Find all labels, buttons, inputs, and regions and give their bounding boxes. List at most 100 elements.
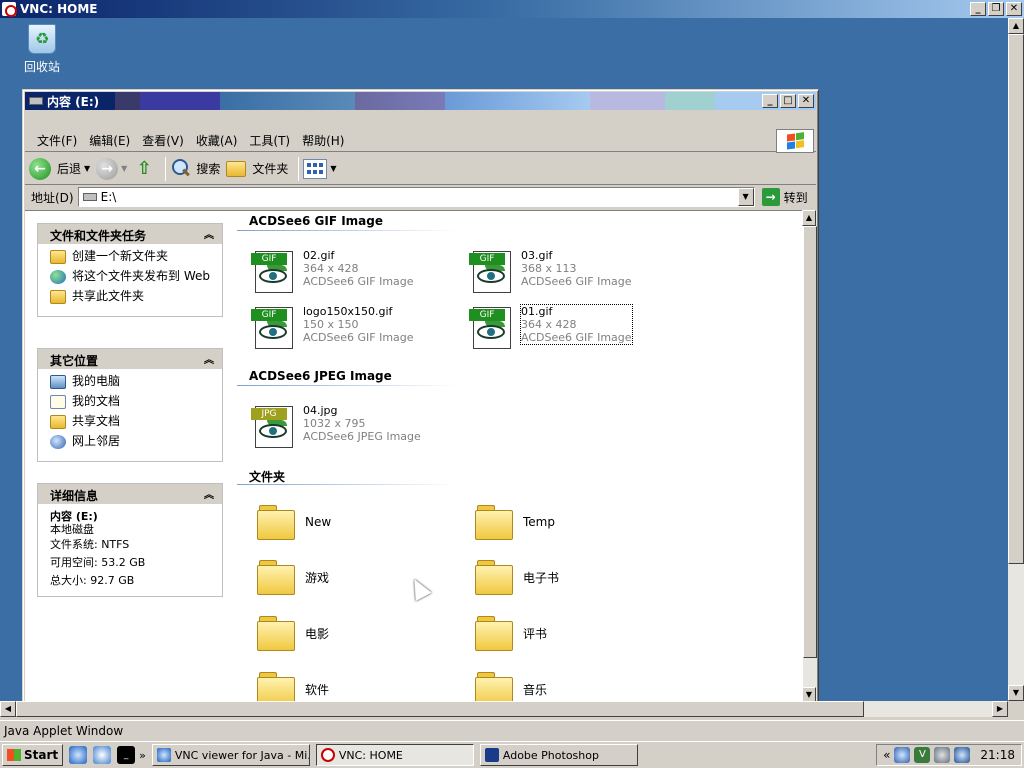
viewer-horizontal-scrollbar[interactable]: ◀ ▶	[0, 701, 1008, 717]
internet-explorer-icon[interactable]	[69, 746, 88, 764]
viewer-hscroll-thumb[interactable]	[16, 701, 864, 717]
details-title: 详细信息	[50, 489, 99, 503]
details-header[interactable]: 详细信息 ︽	[38, 484, 222, 504]
restore-button[interactable]: ❐	[988, 2, 1004, 16]
go-button[interactable]: → 转到	[761, 188, 808, 206]
menu-view[interactable]: 查看(V)	[136, 132, 190, 149]
place-network[interactable]: 网上邻居	[50, 435, 210, 449]
quicklaunch-more-icon[interactable]: »	[139, 749, 146, 762]
folder-item[interactable]: Temp	[475, 505, 555, 540]
clock[interactable]: 21:18	[980, 748, 1015, 762]
place-my-computer[interactable]: 我的电脑	[50, 375, 210, 389]
file-dimensions: 368 x 113	[521, 262, 577, 275]
file-item[interactable]: GIF 03.gif 368 x 113 ACDSee6 GIF Image	[469, 249, 632, 295]
search-button[interactable]: 搜索	[170, 158, 220, 180]
volume-tray-icon[interactable]	[934, 747, 951, 763]
outlook-express-icon[interactable]	[93, 746, 112, 764]
viewer-vertical-scrollbar[interactable]: ▲ ▼	[1008, 18, 1024, 701]
vnc-tray-icon[interactable]: V	[914, 747, 931, 763]
folder-icon	[475, 560, 513, 595]
collapse-chevron-icon[interactable]: ︽	[204, 351, 214, 366]
menu-tools[interactable]: 工具(T)	[243, 132, 296, 149]
viewer-scroll-left-button[interactable]: ◀	[0, 701, 16, 717]
back-dropdown-icon[interactable]: ▼	[84, 164, 90, 173]
file-name: 02.gif	[303, 249, 335, 262]
collapse-chevron-icon[interactable]: ︽	[204, 226, 214, 241]
folder-icon	[257, 505, 295, 540]
details-free-space: 可用空间: 53.2 GB	[50, 556, 146, 569]
address-input[interactable]: E:\	[77, 187, 755, 207]
acdsee-gif-icon: GIF	[469, 305, 515, 351]
address-dropdown-button[interactable]: ▼	[737, 188, 754, 206]
folder-item[interactable]: 电影	[257, 616, 329, 651]
file-type: ACDSee6 GIF Image	[303, 331, 414, 344]
back-button[interactable]: ← 后退 ▼	[29, 157, 90, 180]
vnc-title-bar[interactable]: VNC: HOME _ ❐ ✕	[0, 0, 1024, 18]
viewer-scroll-down-button[interactable]: ▼	[1008, 685, 1024, 701]
folders-button[interactable]: 文件夹	[226, 160, 288, 177]
file-item[interactable]: GIF logo150x150.gif 150 x 150 ACDSee6 GIF …	[251, 305, 414, 351]
start-button[interactable]: Start	[2, 744, 64, 766]
scroll-thumb[interactable]	[803, 226, 817, 658]
folder-item[interactable]: 评书	[475, 616, 547, 651]
explorer-maximize-button[interactable]: □	[780, 94, 796, 108]
folder-item[interactable]: New	[257, 505, 331, 540]
scroll-up-button[interactable]: ▲	[802, 210, 816, 226]
menu-favorites[interactable]: 收藏(A)	[190, 132, 244, 149]
place-shared-documents[interactable]: 共享文档	[50, 415, 210, 429]
task-share-folder[interactable]: 共享此文件夹	[50, 290, 210, 304]
file-item[interactable]: JPG 04.jpg 1032 x 795 ACDSee6 JPEG Image	[251, 404, 421, 450]
other-places-header[interactable]: 其它位置 ︽	[38, 349, 222, 369]
views-dropdown-icon[interactable]: ▼	[330, 164, 336, 173]
remote-desktop[interactable]: 回收站 viewer 内容 (E:) _ □ ✕ 文件(F) 编辑(E) 查看(…	[0, 18, 1008, 701]
scroll-down-button[interactable]: ▼	[802, 687, 816, 701]
taskbar-button-photoshop[interactable]: Adobe Photoshop	[479, 744, 638, 766]
file-tasks-panel: 文件和文件夹任务 ︽ 创建一个新文件夹 将这个文件夹发布到 Web 共享此文件夹	[37, 223, 223, 317]
forward-dropdown-icon[interactable]: ▼	[121, 164, 127, 173]
file-tasks-header[interactable]: 文件和文件夹任务 ︽	[38, 224, 222, 244]
collapse-chevron-icon[interactable]: ︽	[204, 486, 214, 501]
viewer-scroll-thumb[interactable]	[1008, 34, 1024, 564]
folder-item[interactable]: 游戏	[257, 560, 329, 595]
file-item[interactable]: GIF 02.gif 364 x 428 ACDSee6 GIF Image	[251, 249, 414, 295]
network-tray-icon[interactable]	[894, 747, 911, 763]
go-arrow-icon: →	[761, 188, 780, 206]
menu-edit[interactable]: 编辑(E)	[83, 132, 136, 149]
file-item-selected[interactable]: GIF 01.gif 364 x 428 ACDSee6 GIF Image	[469, 304, 633, 351]
folder-item[interactable]: 音乐	[475, 672, 547, 701]
place-my-documents[interactable]: 我的文档	[50, 395, 210, 409]
up-button[interactable]: ⇧	[133, 158, 155, 180]
menu-file[interactable]: 文件(F)	[31, 132, 83, 149]
file-dimensions: 1032 x 795	[303, 417, 366, 430]
file-name: 04.jpg	[303, 404, 338, 417]
explorer-close-button[interactable]: ✕	[798, 94, 814, 108]
back-label: 后退	[57, 162, 82, 176]
connection-tray-icon[interactable]	[954, 747, 971, 763]
menu-help[interactable]: 帮助(H)	[296, 132, 350, 149]
task-new-folder[interactable]: 创建一个新文件夹	[50, 250, 210, 264]
viewer-scroll-up-button[interactable]: ▲	[1008, 18, 1024, 34]
forward-arrow-icon: →	[96, 157, 119, 180]
taskbar-button-vnc-home[interactable]: VNC: HOME	[315, 744, 474, 766]
acdsee-gif-icon: GIF	[469, 249, 515, 295]
command-prompt-icon[interactable]: _	[117, 746, 136, 764]
scrollbar-corner	[1008, 701, 1024, 717]
forward-button[interactable]: → ▼	[96, 157, 127, 180]
search-label: 搜索	[196, 162, 221, 176]
task-publish-web[interactable]: 将这个文件夹发布到 Web	[50, 270, 210, 284]
group-header-gif: ACDSee6 GIF Image	[249, 214, 383, 228]
windows-logo-icon	[776, 129, 814, 153]
content-vertical-scrollbar[interactable]: ▲ ▼	[802, 210, 817, 701]
folder-item[interactable]: 软件	[257, 672, 329, 701]
folder-item[interactable]: 电子书	[475, 560, 559, 595]
explorer-minimize-button[interactable]: _	[762, 94, 778, 108]
close-button[interactable]: ✕	[1006, 2, 1022, 16]
tray-expand-icon[interactable]: «	[883, 748, 890, 762]
taskbar-button-vnc-viewer[interactable]: VNC viewer for Java - Mi...	[151, 744, 310, 766]
recycle-bin-icon[interactable]: 回收站	[18, 24, 66, 75]
views-button[interactable]: ▼	[303, 158, 337, 179]
folder-content-pane[interactable]: 文件和文件夹任务 ︽ 创建一个新文件夹 将这个文件夹发布到 Web 共享此文件夹	[25, 210, 803, 701]
viewer-scroll-right-button[interactable]: ▶	[992, 701, 1008, 717]
explorer-title-bar[interactable]: 内容 (E:) _ □ ✕	[25, 92, 816, 110]
minimize-button[interactable]: _	[970, 2, 986, 16]
